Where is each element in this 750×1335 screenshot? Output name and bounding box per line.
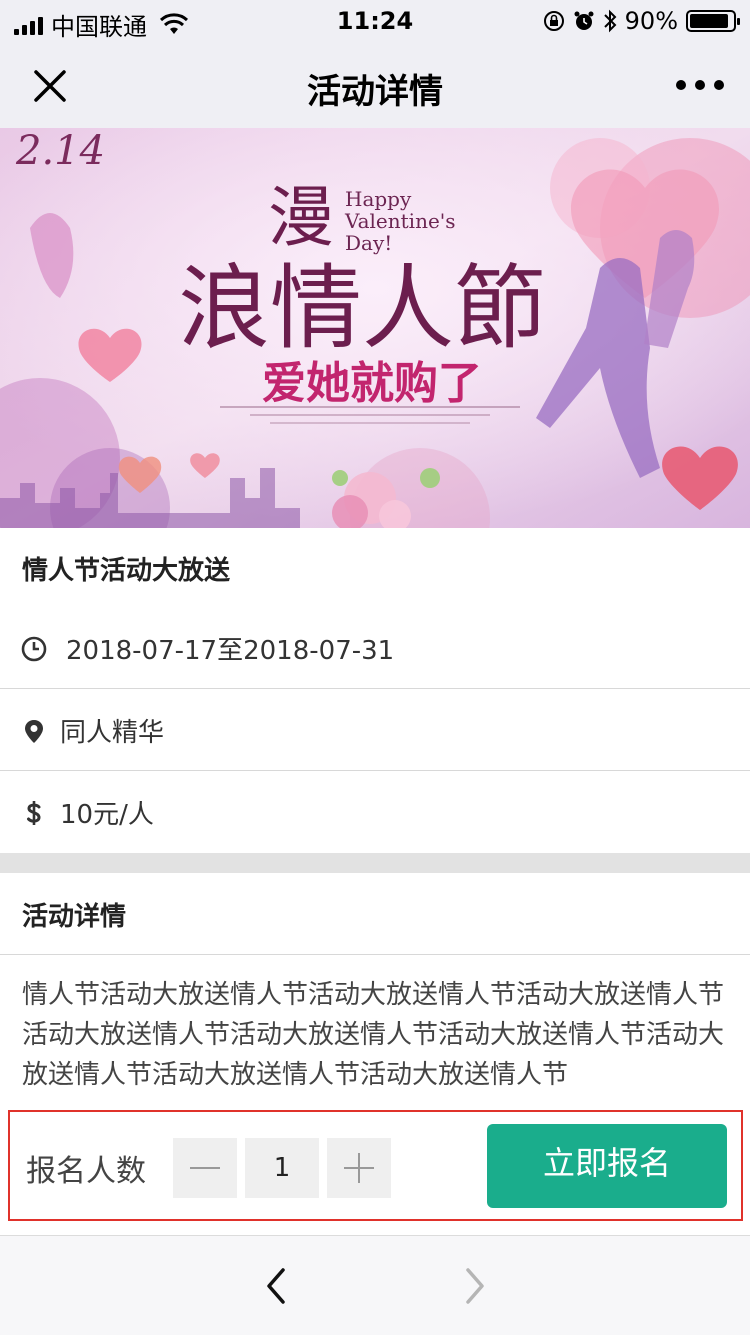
section-separator [0, 853, 750, 873]
event-price: 10元/人 [60, 800, 154, 830]
bluetooth-icon [603, 9, 617, 33]
browser-bottom-nav [0, 1235, 750, 1335]
decrement-button[interactable] [173, 1138, 237, 1198]
details-heading: 活动详情 [22, 902, 127, 932]
more-icon-dot [714, 80, 724, 90]
chevron-right-icon [466, 1268, 484, 1304]
clock-icon [21, 636, 47, 661]
forward-button[interactable] [452, 1262, 496, 1310]
details-description: 情人节活动大放送情人节活动大放送情人节活动大放送情人节活动大放送情人节活动大放送… [22, 980, 725, 1090]
more-button[interactable] [676, 70, 724, 100]
more-icon-dot [676, 80, 686, 90]
status-bar: 中国联通 11:24 90% [0, 0, 750, 42]
nav-bar: 活动详情 [0, 42, 750, 129]
location-pin-icon [25, 719, 43, 743]
status-right: 90% [543, 7, 740, 35]
quantity-value[interactable]: 1 [245, 1138, 319, 1198]
banner-english-1: Happy [345, 187, 412, 211]
dollar-icon [27, 800, 41, 825]
event-banner: 2.14 Happy Valentine's Day! 漫 浪情人節 爱她就购了 [0, 128, 750, 528]
more-icon-dot [695, 80, 705, 90]
alarm-icon [574, 11, 594, 30]
banner-image: 2.14 Happy Valentine's Day! 漫 浪情人節 爱她就购了 [0, 128, 750, 528]
signup-button[interactable]: 立即报名 [487, 1124, 727, 1208]
battery-icon [686, 10, 740, 32]
banner-date: 2.14 [15, 128, 105, 174]
plus-icon-vertical [358, 1153, 360, 1183]
banner-english-2: Valentine's [344, 209, 456, 233]
banner-headline-char: 漫 [268, 179, 334, 256]
rotation-lock-icon [543, 11, 564, 31]
divider [0, 688, 750, 689]
event-title: 情人节活动大放送 [22, 556, 231, 586]
back-button[interactable] [255, 1262, 299, 1310]
divider [0, 954, 750, 955]
signup-bar: 报名人数 1 立即报名 [8, 1110, 743, 1221]
event-price-row: 10元/人 [0, 772, 750, 853]
battery-percent: 90% [624, 7, 678, 35]
page-title: 活动详情 [307, 72, 443, 112]
banner-english-3: Day! [345, 231, 392, 255]
event-date-range: 2018-07-17至2018-07-31 [66, 636, 395, 666]
minus-icon [190, 1167, 220, 1169]
signup-count-label: 报名人数 [26, 1154, 146, 1189]
event-location: 同人精华 [60, 718, 165, 748]
event-date-row: 2018-07-17至2018-07-31 [0, 608, 750, 689]
banner-headline: 浪情人節 [178, 255, 546, 362]
increment-button[interactable] [327, 1138, 391, 1198]
chevron-left-icon [267, 1268, 285, 1304]
banner-subline: 爱她就购了 [262, 358, 482, 409]
event-location-row: 同人精华 [0, 690, 750, 771]
divider [0, 770, 750, 771]
